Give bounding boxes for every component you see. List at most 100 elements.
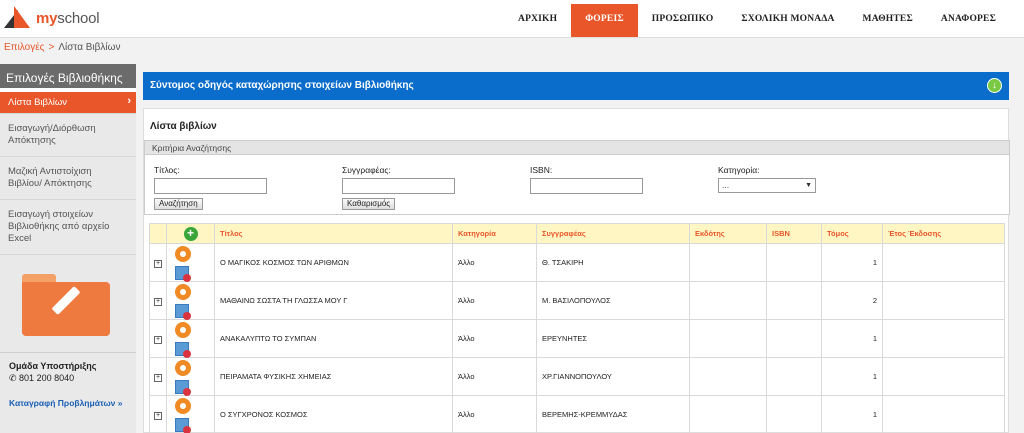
table-row[interactable]: + ΜΑΘΑΙΝΩ ΣΩΣΤΑ ΤΗ ΓΛΩΣΣΑ ΜΟΥ Γ Άλλο Μ. ΒΑΣ… (149, 281, 1005, 320)
breadcrumb-separator: > (48, 42, 55, 53)
cell-volume: 2 (821, 281, 883, 320)
cell-volume: 1 (821, 319, 883, 358)
cell-author: ΧΡ.ΓΙΑΝΝΟΠΟΥΛΟΥ (536, 357, 690, 396)
sidebar-item-bulk-mapping[interactable]: Μαζική Αντιστοίχιση Βιβλίου/ Απόκτησης (0, 157, 136, 200)
header-volume[interactable]: Τόμος (821, 223, 883, 244)
folder-edit-icon (22, 274, 110, 336)
category-selected: ... (722, 180, 730, 190)
breadcrumb-current: Λίστα Βιβλίων (58, 42, 121, 53)
nav-personnel[interactable]: ΠΡΟΣΩΠΙΚΟ (638, 4, 728, 34)
header-actions-col: + (166, 223, 215, 244)
gear-icon[interactable] (175, 397, 191, 414)
cell-title: Ο ΣΥΓΧΡΟΝΟΣ ΚΟΣΜΟΣ (214, 395, 453, 433)
breadcrumb-link[interactable]: Επιλογές (4, 42, 44, 53)
nav-students[interactable]: ΜΑΘΗΤΕΣ (849, 4, 927, 34)
gear-icon[interactable] (175, 359, 191, 376)
cell-author: ΒΕΡΕΜΗΣ-ΚΡΕΜΜΥΔΑΣ (536, 395, 690, 433)
title-input[interactable] (154, 178, 267, 194)
report-problems-link[interactable]: Καταγραφή Προβλημάτων » (9, 398, 127, 408)
header-publisher[interactable]: Εκδότης (689, 223, 767, 244)
clear-button[interactable]: Καθαρισμός (342, 198, 396, 210)
header-isbn[interactable]: ISBN (766, 223, 822, 244)
gear-icon[interactable] (175, 321, 191, 338)
cell-author: ΕΡΕΥΝΗΤΕΣ (536, 319, 690, 358)
delete-record-icon[interactable] (175, 417, 191, 433)
table-row[interactable]: + ΑΝΑΚΑΛΥΠΤΩ ΤΟ ΣΥΜΠΑΝ Άλλο ΕΡΕΥΝΗΤΕΣ 1 (149, 319, 1005, 358)
table-row[interactable]: + Ο ΜΑΓΙΚΟΣ ΚΟΣΜΟΣ ΤΩΝ ΑΡΙΘΜΩΝ Άλλο Θ. ΤΣΑΚ… (149, 243, 1005, 282)
expand-row-icon[interactable]: + (154, 259, 162, 268)
books-table: + Τίτλος Κατηγορία Συγγραφέας Εκδότης IS… (149, 223, 1005, 433)
support-title: Ομάδα Υποστήριξης (9, 361, 97, 371)
header-title[interactable]: Τίτλος (214, 223, 453, 244)
isbn-input[interactable] (530, 178, 643, 194)
header-expand-col (149, 223, 167, 244)
expand-row-icon[interactable]: + (154, 335, 162, 344)
sidebar-item-book-list[interactable]: Λίστα Βιβλίων › (0, 92, 136, 114)
delete-record-icon[interactable] (175, 341, 191, 358)
book-list-title: Λίστα βιβλίων (150, 121, 217, 132)
search-button[interactable]: Αναζήτηση (154, 198, 203, 210)
nav-home[interactable]: ΑΡΧΙΚΗ (504, 4, 571, 34)
expand-row-icon[interactable]: + (154, 373, 162, 382)
cell-category: Άλλο (452, 395, 537, 433)
download-arrow-icon[interactable]: ↓ (987, 78, 1002, 93)
delete-record-icon[interactable] (175, 265, 191, 282)
logo-brand: my (36, 9, 58, 27)
header-author[interactable]: Συγγραφέας (536, 223, 690, 244)
row-actions-cell (166, 243, 215, 282)
add-book-icon[interactable]: + (183, 226, 198, 241)
category-label: Κατηγορία: (718, 165, 760, 175)
support-phone: 801 200 8040 (19, 373, 75, 383)
cell-year (882, 319, 1005, 358)
expand-cell: + (149, 357, 167, 396)
myschool-logo[interactable]: myschool (4, 6, 100, 30)
expand-row-icon[interactable]: + (154, 297, 162, 306)
nav-reports[interactable]: ΑΝΑΦΟΡΕΣ (927, 4, 1010, 34)
cell-isbn (766, 243, 822, 282)
cell-publisher (689, 357, 767, 396)
expand-cell: + (149, 243, 167, 282)
book-list-panel: Λίστα βιβλίων Κριτήρια Αναζήτησης Τίτλος… (143, 108, 1010, 433)
cell-year (882, 395, 1005, 433)
table-row[interactable]: + Ο ΣΥΓΧΡΟΝΟΣ ΚΟΣΜΟΣ Άλλο ΒΕΡΕΜΗΣ-ΚΡΕΜΜΥΔΑΣ… (149, 395, 1005, 433)
isbn-label: ISBN: (530, 165, 553, 175)
cell-title: ΠΕΙΡΑΜΑΤΑ ΦΥΣΙΚΗΣ ΧΗΜΕΙΑΣ (214, 357, 453, 396)
gear-icon[interactable] (175, 283, 191, 300)
cell-author: Θ. ΤΣΑΚΙΡΗ (536, 243, 690, 282)
cell-publisher (689, 319, 767, 358)
nav-school-unit[interactable]: ΣΧΟΛΙΚΗ ΜΟΝΑΔΑ (727, 4, 848, 34)
row-actions-cell (166, 281, 215, 320)
table-header-row: + Τίτλος Κατηγορία Συγγραφέας Εκδότης IS… (149, 223, 1005, 244)
gear-icon[interactable] (175, 245, 191, 262)
expand-row-icon[interactable]: + (154, 411, 162, 420)
nav-foreis[interactable]: ΦΟΡΕΙΣ (571, 4, 638, 37)
sidebar-title: Επιλογές Βιβλιοθήκης (0, 64, 136, 92)
cell-year (882, 243, 1005, 282)
cell-category: Άλλο (452, 281, 537, 320)
search-criteria-title: Κριτήρια Αναζήτησης (145, 141, 1009, 155)
row-actions-cell (166, 319, 215, 358)
title-label: Τίτλος: (154, 165, 180, 175)
category-select[interactable]: ... ▼ (718, 178, 816, 193)
author-label: Συγγραφέας: (342, 165, 391, 175)
quick-guide-bar[interactable]: Σύντομος οδηγός καταχώρησης στοιχείων Βι… (143, 72, 1009, 100)
delete-record-icon[interactable] (175, 379, 191, 396)
cell-publisher (689, 395, 767, 433)
expand-cell: + (149, 395, 167, 433)
delete-record-icon[interactable] (175, 303, 191, 320)
table-row[interactable]: + ΠΕΙΡΑΜΑΤΑ ΦΥΣΙΚΗΣ ΧΗΜΕΙΑΣ Άλλο ΧΡ.ΓΙΑΝΝΟΠ… (149, 357, 1005, 396)
cell-title: Ο ΜΑΓΙΚΟΣ ΚΟΣΜΟΣ ΤΩΝ ΑΡΙΘΜΩΝ (214, 243, 453, 282)
sidebar-item-excel-import[interactable]: Εισαγωγή στοιχείων Βιβλιοθήκης από αρχεί… (0, 200, 136, 255)
cell-volume: 1 (821, 357, 883, 396)
sidebar-item-acquisition[interactable]: Εισαγωγή/Διόρθωση Απόκτησης (0, 114, 136, 157)
header-category[interactable]: Κατηγορία (452, 223, 537, 244)
breadcrumb: Επιλογές > Λίστα Βιβλίων (4, 42, 120, 53)
author-input[interactable] (342, 178, 455, 194)
header-year[interactable]: Έτος Έκδοσης (882, 223, 1005, 244)
top-header: myschool ΑΡΧΙΚΗ ΦΟΡΕΙΣ ΠΡΟΣΩΠΙΚΟ ΣΧΟΛΙΚΗ… (0, 0, 1024, 38)
main-nav: ΑΡΧΙΚΗ ΦΟΡΕΙΣ ΠΡΟΣΩΠΙΚΟ ΣΧΟΛΙΚΗ ΜΟΝΑΔΑ Μ… (504, 4, 1010, 37)
cell-title: ΑΝΑΚΑΛΥΠΤΩ ΤΟ ΣΥΜΠΑΝ (214, 319, 453, 358)
cell-year (882, 357, 1005, 396)
books-table-body: + Ο ΜΑΓΙΚΟΣ ΚΟΣΜΟΣ ΤΩΝ ΑΡΙΘΜΩΝ Άλλο Θ. ΤΣΑΚ… (149, 243, 1005, 433)
support-box: Ομάδα Υποστήριξης ✆ 801 200 8040 Καταγρα… (0, 352, 136, 416)
